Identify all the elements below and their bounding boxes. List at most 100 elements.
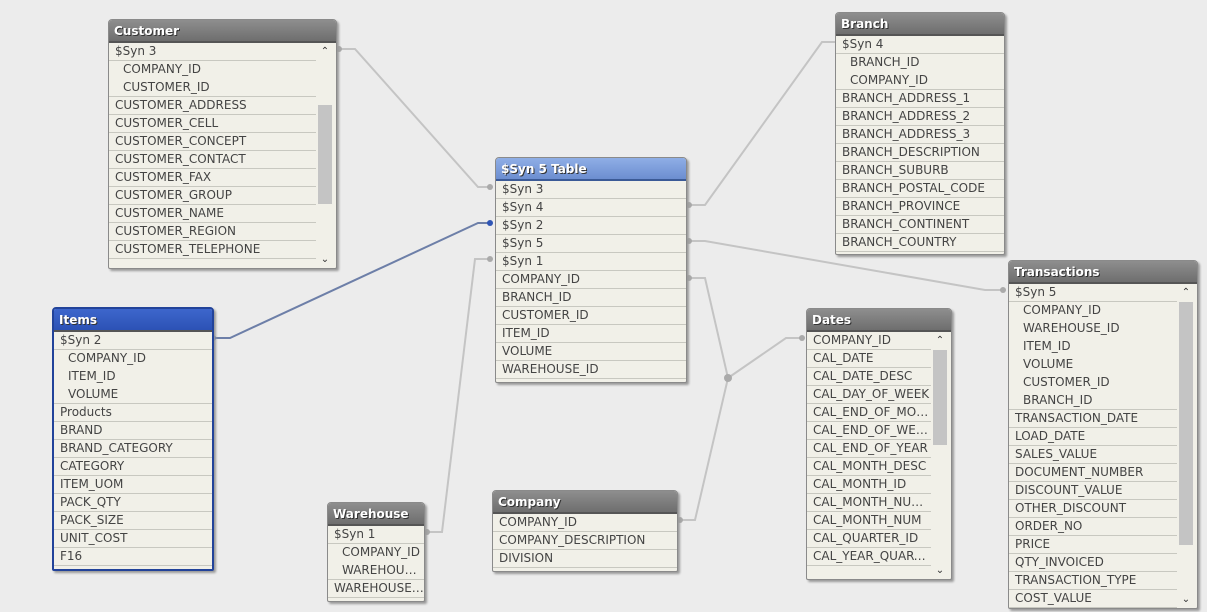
scroll-up-icon[interactable]: ⌃ [1178,285,1194,301]
field-item[interactable]: CATEGORY [54,458,212,476]
field-item[interactable]: $Syn 2 [496,217,686,235]
field-item[interactable]: UNIT_COST [54,530,212,548]
field-item[interactable]: CUSTOMER_ID [109,79,316,97]
scroll-down-icon[interactable]: ⌄ [932,563,948,579]
field-item[interactable]: DOCUMENT_NUMBER [1009,464,1177,482]
field-item[interactable]: DIVISION [493,550,677,568]
field-item[interactable]: COMPANY_ID [109,61,316,79]
field-item[interactable]: BRANCH_CONTINENT [836,216,1004,234]
field-item[interactable]: $Syn 5 [1009,284,1177,302]
field-item[interactable]: PACK_SIZE [54,512,212,530]
field-item[interactable]: F16 [54,548,212,566]
field-item[interactable]: $Syn 1 [496,253,686,271]
field-item[interactable]: COMPANY_ID [54,350,212,368]
field-item[interactable]: $Syn 3 [496,181,686,199]
field-item[interactable]: CAL_QUARTER_ID [807,530,931,548]
field-item[interactable]: Products [54,404,212,422]
field-item[interactable]: PACK_QTY [54,494,212,512]
field-item[interactable]: CAL_MONTH_ID [807,476,931,494]
scroll-down-icon[interactable]: ⌄ [317,252,333,268]
field-item[interactable]: CUSTOMER_FAX [109,169,316,187]
table-dates[interactable]: Dates COMPANY_ID CAL_DATE CAL_DATE_DESC CAL_… [806,308,952,580]
field-item[interactable]: $Syn 4 [836,36,1004,54]
scrollbar[interactable]: ⌃ ⌄ [317,44,333,268]
table-title[interactable]: Customer [109,20,336,43]
table-title[interactable]: Dates [807,309,951,332]
field-item[interactable]: DISCOUNT_VALUE [1009,482,1177,500]
field-item[interactable]: CAL_MONTH_NUMBER [807,494,931,512]
field-item[interactable]: COMPANY_ID [807,332,931,350]
field-item[interactable]: BRANCH_ADDRESS_2 [836,108,1004,126]
field-item[interactable]: CAL_MONTH_DESC [807,458,931,476]
table-title[interactable]: Branch [836,13,1004,36]
field-item[interactable]: SALES_VALUE [1009,446,1177,464]
field-item[interactable]: BRAND_CATEGORY [54,440,212,458]
field-item[interactable]: BRANCH_COUNTRY [836,234,1004,252]
field-item[interactable]: CUSTOMER_CELL [109,115,316,133]
field-item[interactable]: CAL_DAY_OF_WEEK [807,386,931,404]
field-item[interactable]: CUSTOMER_NAME [109,205,316,223]
field-item[interactable]: QTY_INVOICED [1009,554,1177,572]
field-item[interactable]: $Syn 1 [328,526,424,544]
field-item[interactable]: CAL_YEAR_QUARTER [807,548,931,566]
table-company[interactable]: Company COMPANY_ID COMPANY_DESCRIPTION DIVI… [492,490,678,572]
field-item[interactable]: CAL_END_OF_WEEK [807,422,931,440]
field-item[interactable]: LOAD_DATE [1009,428,1177,446]
scrollbar[interactable]: ⌃ ⌄ [1178,285,1194,608]
field-item[interactable]: BRANCH_ID [1009,392,1177,410]
field-item[interactable]: WAREHOUSE_ID [1009,320,1177,338]
scroll-thumb[interactable] [933,350,947,445]
field-item[interactable]: CUSTOMER_CONCEPT [109,133,316,151]
field-item[interactable]: BRAND [54,422,212,440]
field-item[interactable]: BRANCH_SUBURB [836,162,1004,180]
field-item[interactable]: WAREHOUSE_ID [328,562,424,580]
field-item[interactable]: CUSTOMER_REGION [109,223,316,241]
field-item[interactable]: $Syn 5 [496,235,686,253]
field-item[interactable]: COST_VALUE [1009,590,1177,608]
field-item[interactable]: CUSTOMER_ID [496,307,686,325]
table-items[interactable]: Items $Syn 2 COMPANY_ID ITEM_ID VOLUME Produc… [52,307,214,571]
field-item[interactable]: BRANCH_ID [836,54,1004,72]
field-item[interactable]: CUSTOMER_ID [1009,374,1177,392]
field-item[interactable]: COMPANY_ID [493,514,677,532]
field-item[interactable]: PRICE [1009,536,1177,554]
field-item[interactable]: COMPANY_ID [836,72,1004,90]
field-item[interactable]: ITEM_ID [1009,338,1177,356]
field-item[interactable]: CAL_MONTH_NUM [807,512,931,530]
field-item[interactable]: BRANCH_ADDRESS_1 [836,90,1004,108]
field-item[interactable]: $Syn 2 [54,332,212,350]
scroll-up-icon[interactable]: ⌃ [317,44,333,60]
field-item[interactable]: OTHER_DISCOUNT [1009,500,1177,518]
field-item[interactable]: ITEM_ID [496,325,686,343]
field-item[interactable]: CAL_DATE [807,350,931,368]
table-warehouse[interactable]: Warehouse$Syn 1COMPANY_IDWAREHOUSE_IDWAR… [327,502,425,602]
field-item[interactable]: COMPANY_ID [1009,302,1177,320]
field-item[interactable]: ORDER_NO [1009,518,1177,536]
field-item[interactable]: CAL_END_OF_MONTH [807,404,931,422]
field-item[interactable]: VOLUME [54,386,212,404]
table-customer[interactable]: Customer $Syn 3 COMPANY_ID CUSTOMER_ID CUSTO… [108,19,337,269]
scrollbar[interactable]: ⌃ ⌄ [932,333,948,579]
scroll-down-icon[interactable]: ⌄ [1178,592,1194,608]
field-item[interactable]: BRANCH_PROVINCE [836,198,1004,216]
scroll-up-icon[interactable]: ⌃ [932,333,948,349]
field-item[interactable]: COMPANY_ID [328,544,424,562]
field-item[interactable]: ITEM_UOM [54,476,212,494]
table-branch[interactable]: Branch $Syn 4 BRANCH_ID COMPANY_ID BRANCH_AD… [835,12,1005,255]
table-title[interactable]: Items [54,309,212,332]
scroll-thumb[interactable] [318,105,332,204]
field-item[interactable]: VOLUME [496,343,686,361]
field-item[interactable]: CUSTOMER_ADDRESS [109,97,316,115]
field-item[interactable]: TRANSACTION_DATE [1009,410,1177,428]
field-item[interactable]: BRANCH_POSTAL_CODE [836,180,1004,198]
field-item[interactable]: $Syn 4 [496,199,686,217]
field-item[interactable]: CUSTOMER_GROUP [109,187,316,205]
field-item[interactable]: COMPANY_DESCRIPTION [493,532,677,550]
field-item[interactable]: BRANCH_DESCRIPTION [836,144,1004,162]
field-item[interactable]: CUSTOMER_TELEPHONE [109,241,316,259]
field-item[interactable]: CAL_END_OF_YEAR [807,440,931,458]
field-item[interactable]: WAREHOUSE_ID [496,361,686,379]
table-title[interactable]: Warehouse [328,503,424,526]
field-item[interactable]: COMPANY_ID [496,271,686,289]
field-item[interactable]: VOLUME [1009,356,1177,374]
